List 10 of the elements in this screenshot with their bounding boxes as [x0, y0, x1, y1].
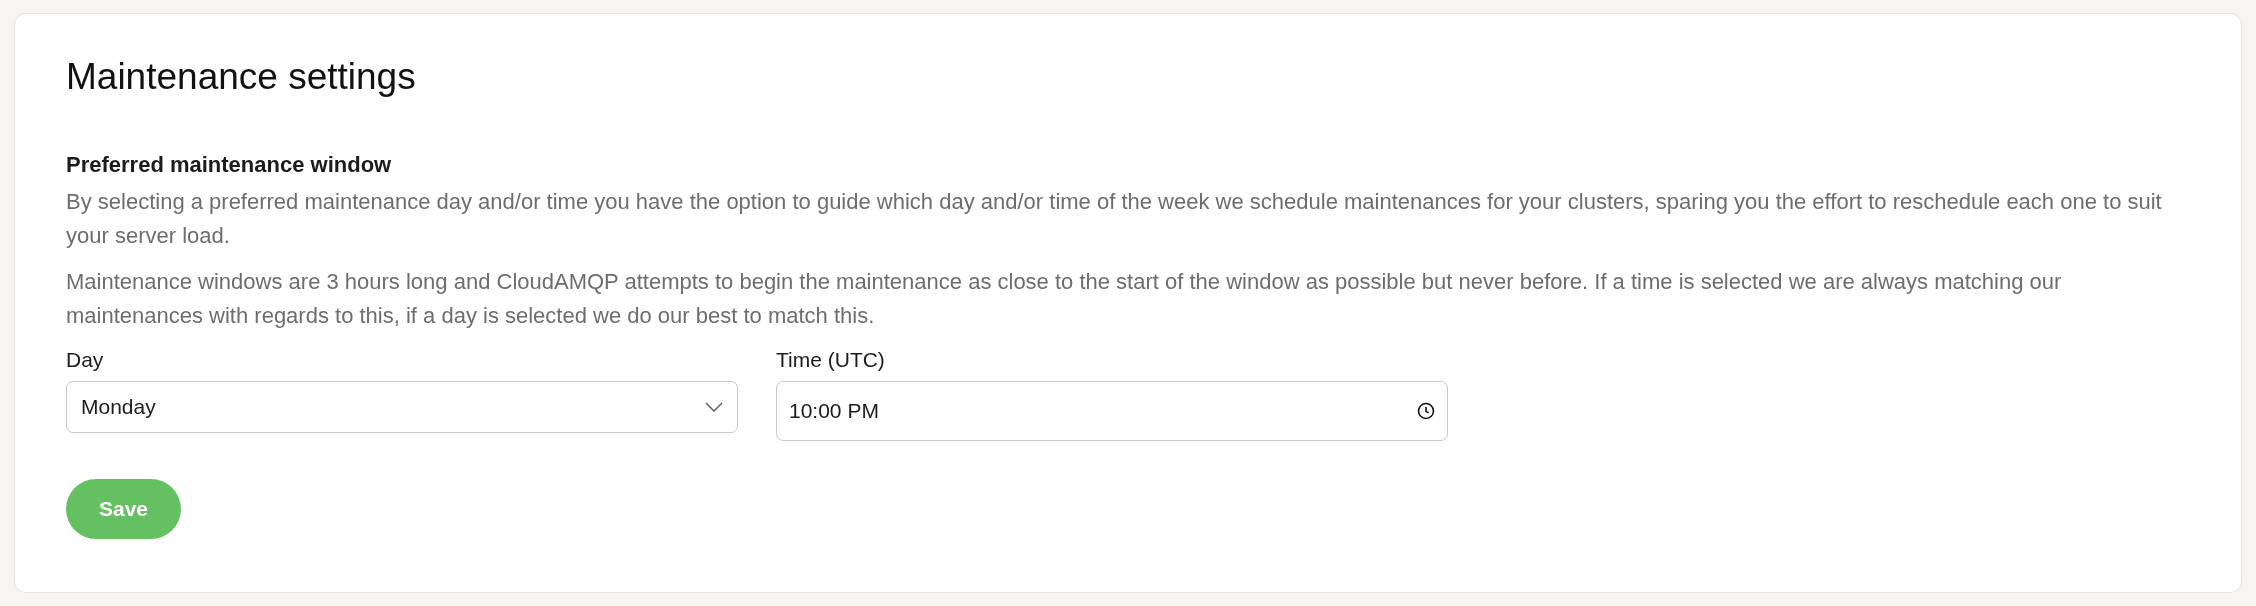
chevron-down-icon [705, 402, 723, 412]
field-label: Time (UTC) [776, 347, 886, 373]
clock-icon[interactable] [1417, 402, 1435, 420]
page-title: Maintenance settings [66, 55, 417, 99]
section-title: Preferred maintenance window [66, 151, 393, 179]
time-field[interactable]: 10:00 PM [776, 381, 1448, 441]
field-label: Day [66, 347, 105, 373]
day-select[interactable]: Monday [66, 381, 738, 433]
description-text: By selecting a preferred maintenance day and/or time you have the option to guide which day and/or time of the week we schedule maintenances for your clusters, sparing you the effort to reschedule each one to suit your server load. [66, 188, 2163, 250]
description-text: Maintenance windows are 3 hours long and CloudAMQP attempts to begin the maintenance as close to the start of the window as possible but never before. If a time is selected we are always matching our maintenances with regards to this, if a day is selected we do our best to match this. [66, 268, 2063, 330]
